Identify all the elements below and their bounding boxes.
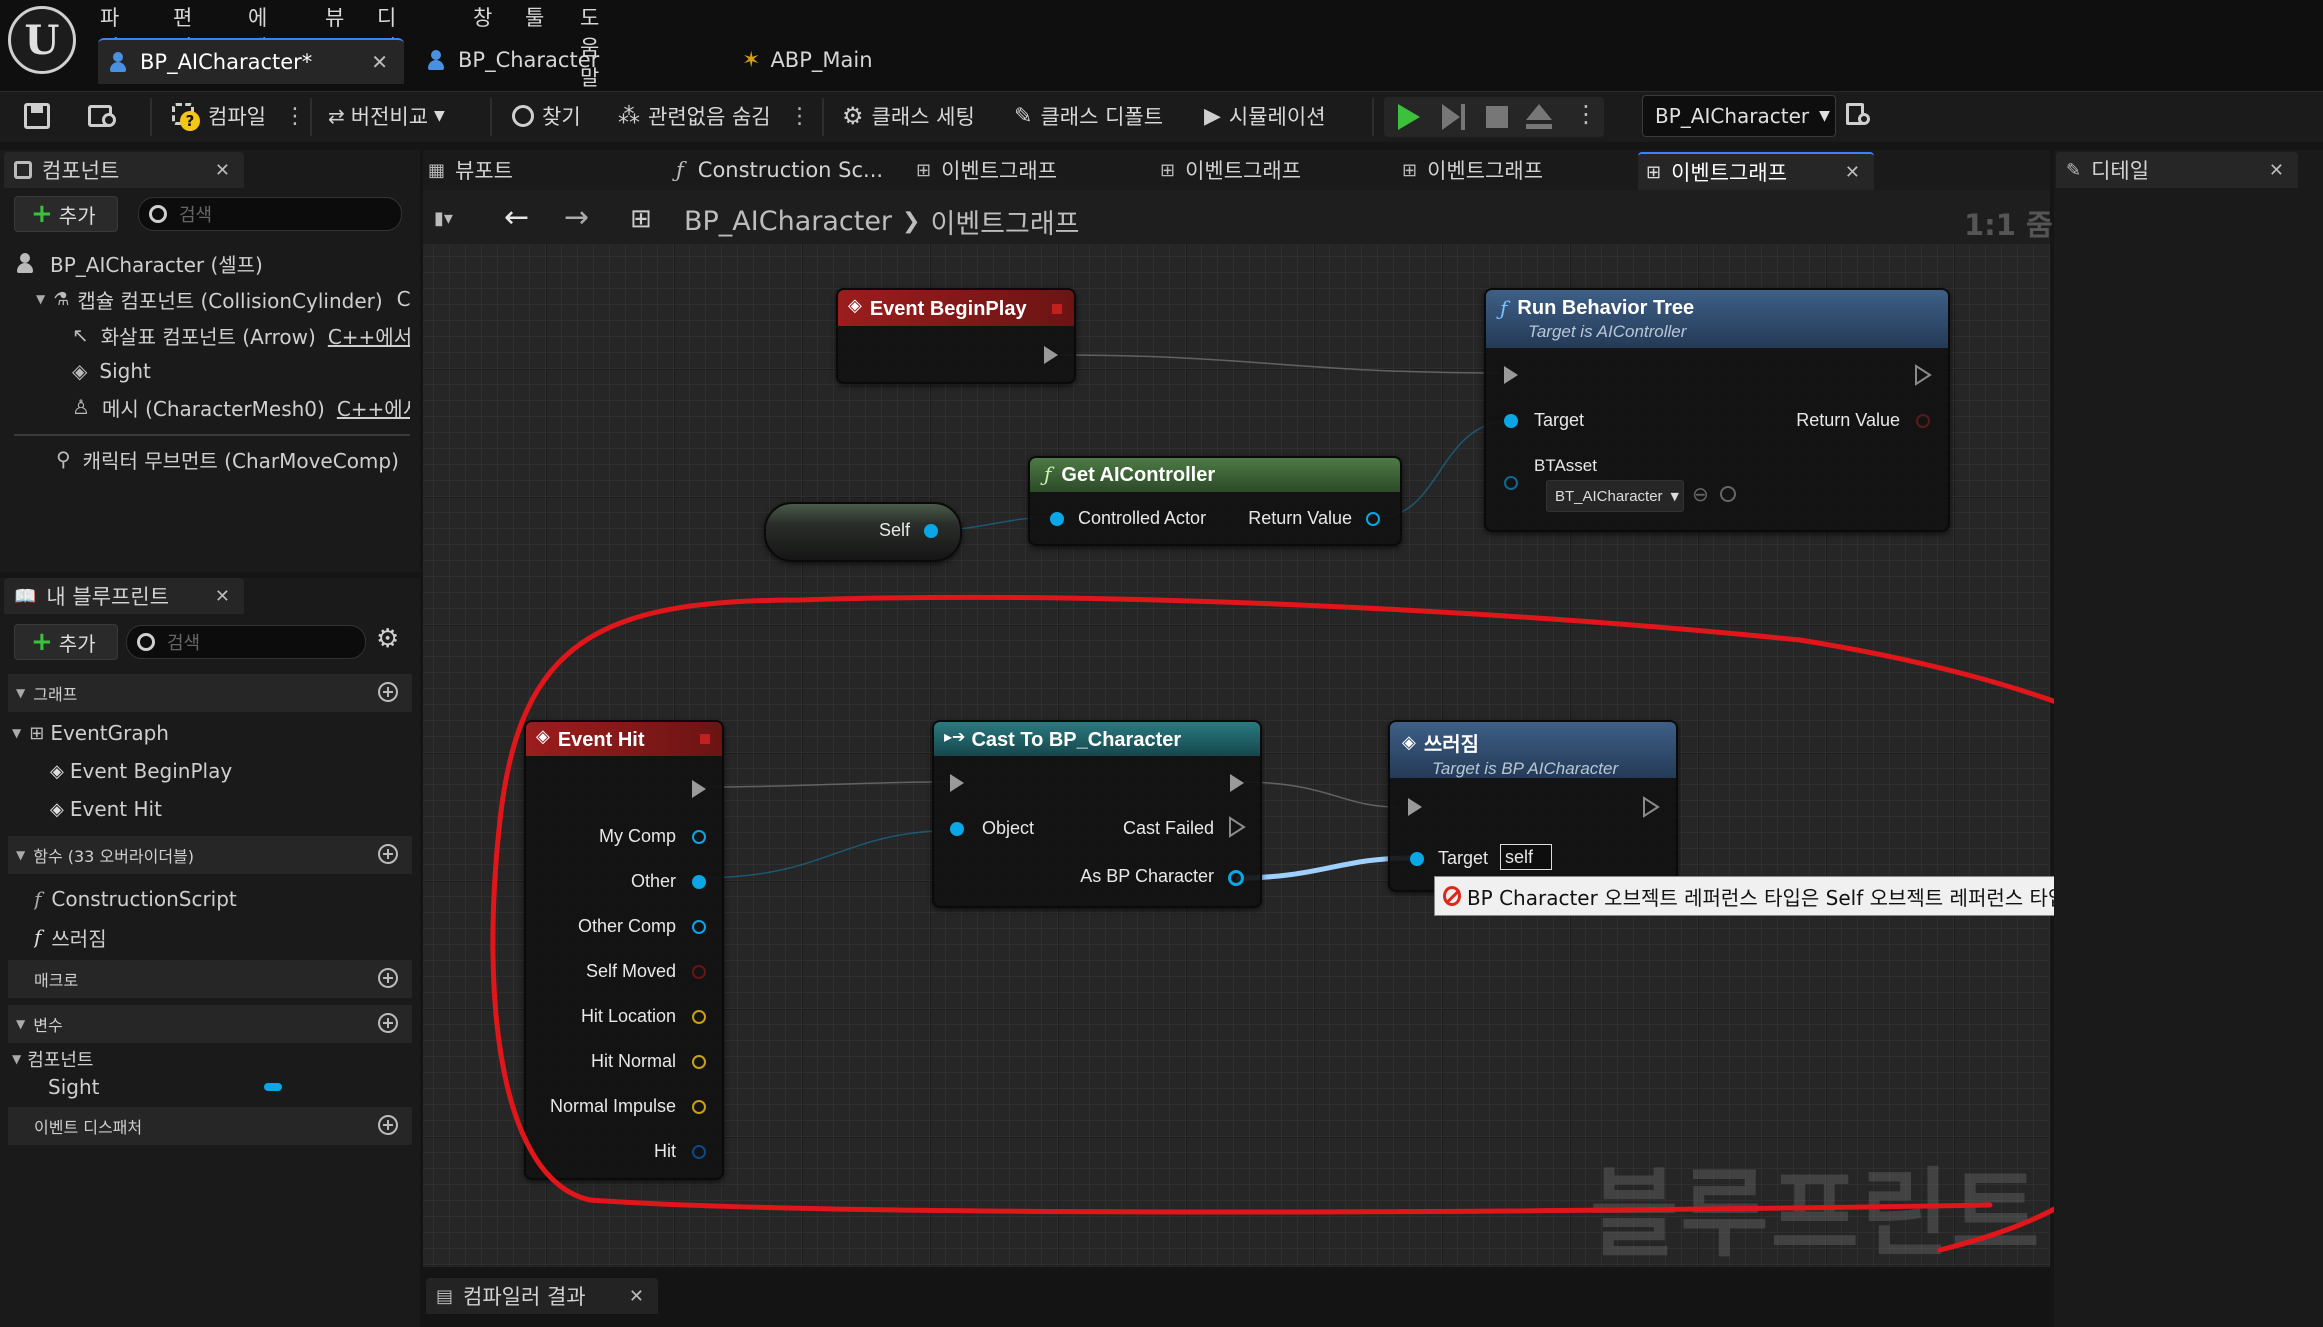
pencil-icon: ✎ (2066, 159, 2082, 181)
details-tab[interactable]: ✎ 디테일 ✕ (2056, 152, 2298, 188)
details-panel (2054, 150, 2323, 1327)
compiler-results-tab[interactable]: ▤ 컴파일러 결과 ✕ (426, 1278, 658, 1314)
compiler-log-icon: ▤ (436, 1285, 454, 1307)
compiler-results-bar (423, 1270, 2050, 1327)
red-annotation-circle (490, 594, 2268, 1253)
close-icon[interactable]: ✕ (629, 1286, 644, 1307)
close-icon[interactable]: ✕ (2269, 160, 2284, 181)
